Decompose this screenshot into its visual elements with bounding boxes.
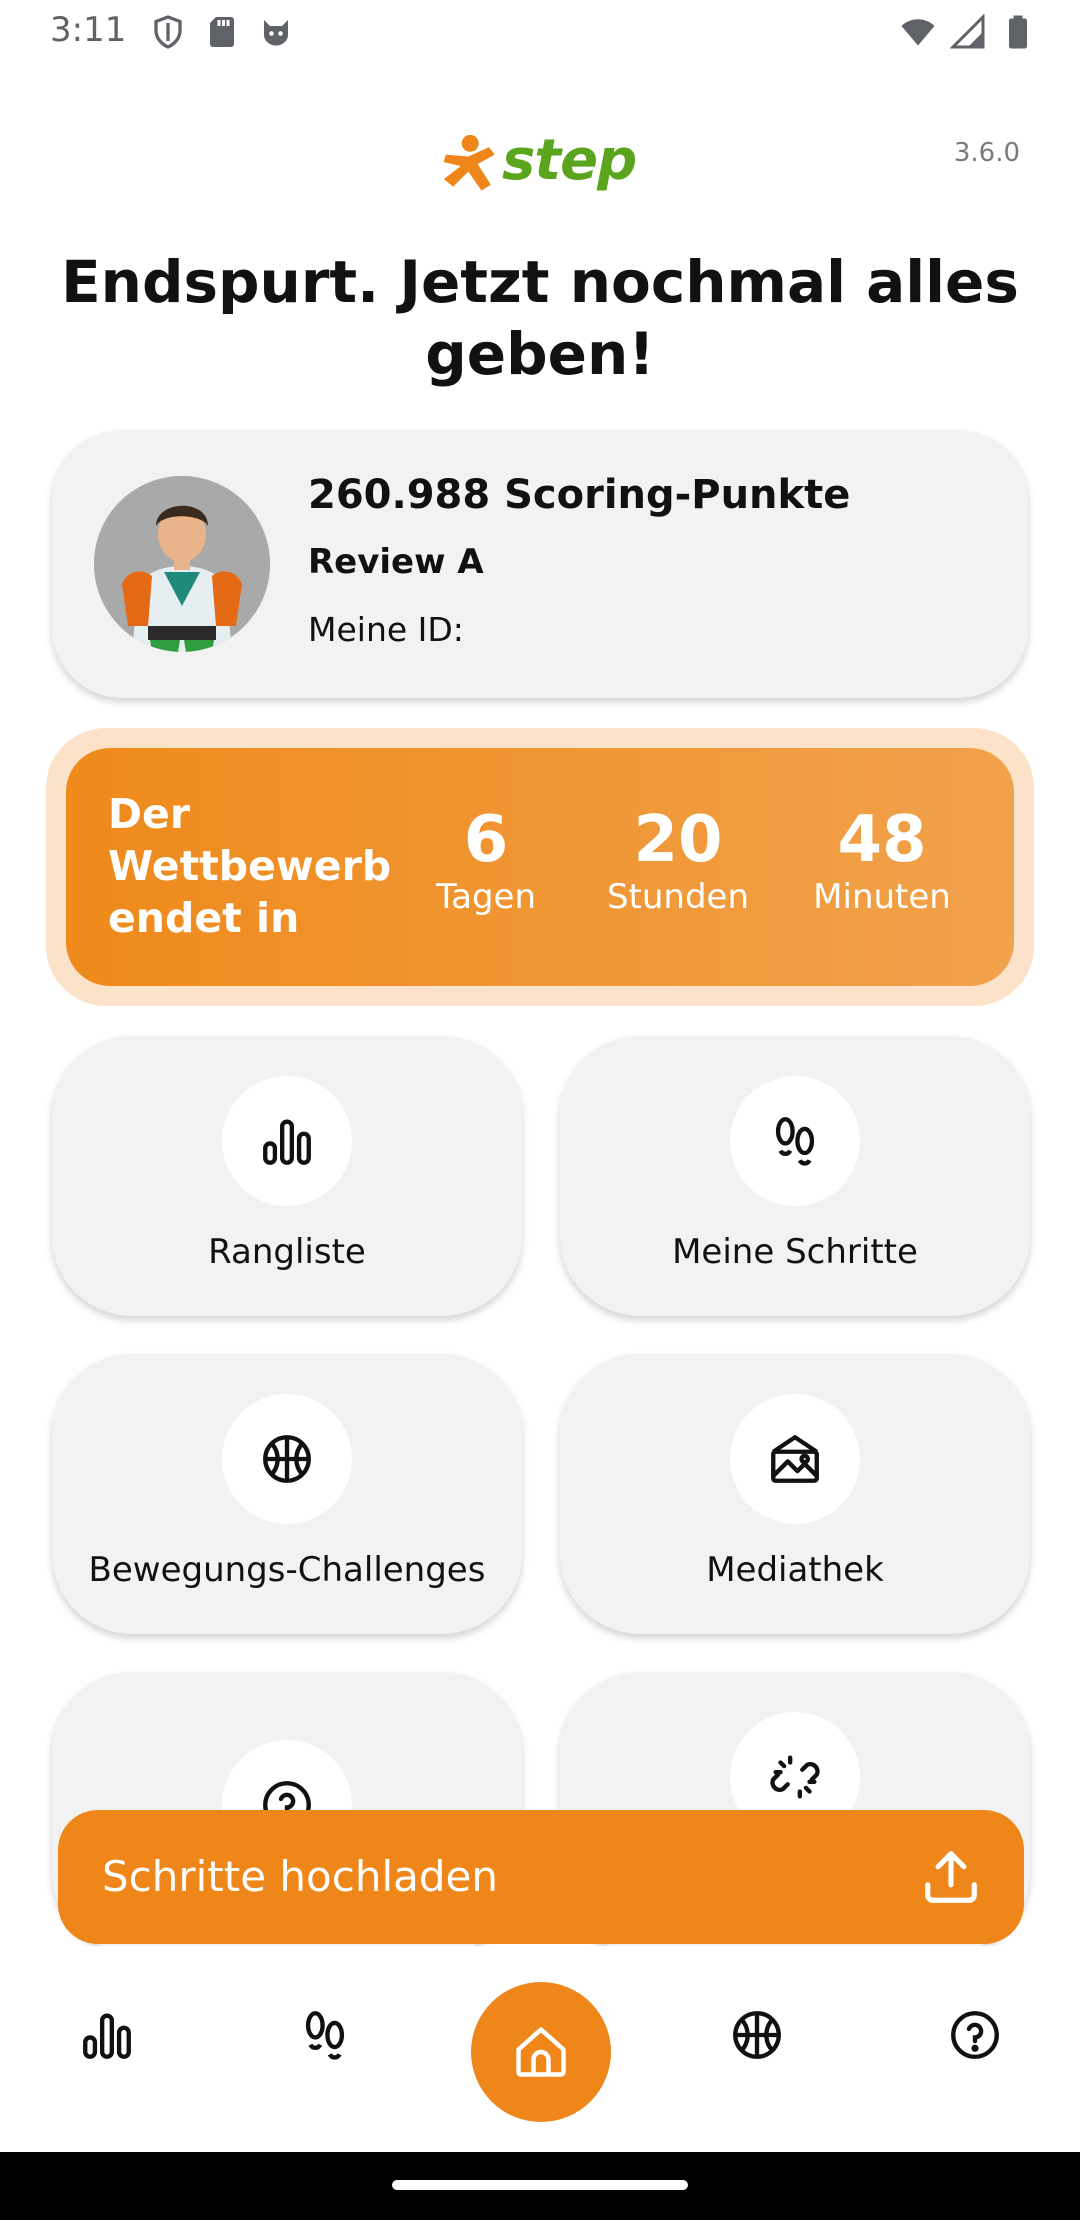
system-navigation-bar (0, 2152, 1080, 2220)
countdown-days-value: 6 (463, 803, 509, 877)
upload-steps-label: Schritte hochladen (102, 1852, 498, 1901)
cat-face-icon (264, 20, 288, 46)
page-headline: Endspurt. Jetzt nochmal alles geben! (61, 248, 1019, 388)
countdown-label: Der Wettbewerb endet in (108, 790, 392, 942)
avatar (94, 476, 270, 652)
nav-help[interactable] (940, 2000, 1010, 2070)
tile-icon-circle (222, 1394, 352, 1524)
tile-label: Meine Schritte (672, 1232, 918, 1272)
countdown-hours-value: 20 (633, 803, 723, 877)
tile-mediathek[interactable]: Mediathek (560, 1354, 1030, 1634)
countdown-minutes: 48 Minuten (792, 804, 972, 918)
logo-figure-icon (443, 134, 495, 191)
user-name: Review A (308, 542, 484, 582)
home-gesture-handle[interactable] (392, 2180, 688, 2190)
status-bar: 3:11 (0, 0, 1080, 64)
sd-card-icon (210, 17, 234, 47)
tile-icon-circle (222, 1076, 352, 1206)
upload-steps-button[interactable]: Schritte hochladen (58, 1810, 1024, 1944)
tile-label: Rangliste (208, 1232, 366, 1272)
status-icons-left (150, 14, 294, 50)
tile-label: Bewegungs-Challenges (88, 1550, 486, 1590)
status-icons-right (900, 14, 1036, 50)
basketball-icon (263, 1435, 311, 1483)
countdown-minutes-value: 48 (837, 803, 927, 877)
countdown-hours: 20 Stunden (588, 804, 768, 918)
countdown-inner: Der Wettbewerb endet in 6 Tagen 20 Stund… (66, 748, 1014, 986)
signal-icon (950, 14, 985, 49)
upload-icon (925, 1851, 977, 1903)
footprints-icon (305, 2011, 345, 2060)
home-icon (516, 2027, 566, 2077)
status-time: 3:11 (50, 10, 127, 50)
tile-bewegungs-challenges[interactable]: Bewegungs-Challenges (52, 1354, 522, 1634)
broken-link-icon (770, 1755, 820, 1799)
battery-icon (1009, 15, 1027, 49)
scoring-points: 260.988 Scoring-Punkte (308, 472, 851, 518)
tile-label: Mediathek (706, 1550, 884, 1590)
bottom-navigation (0, 1946, 1080, 2152)
leaderboard-icon (83, 2013, 131, 2059)
nav-steps[interactable] (290, 2000, 360, 2070)
countdown-days: 6 Tagen (426, 804, 546, 918)
profile-card[interactable]: 260.988 Scoring-Punkte Review A Meine ID… (52, 430, 1028, 698)
countdown-banner: Der Wettbewerb endet in 6 Tagen 20 Stund… (46, 728, 1034, 1006)
nav-home[interactable] (471, 1982, 611, 2122)
tile-icon-circle (730, 1394, 860, 1524)
user-id-label: Meine ID: (308, 610, 464, 649)
logo-text: step (502, 128, 637, 193)
media-library-icon (771, 1435, 819, 1483)
help-icon (951, 2011, 999, 2059)
app-version: 3.6.0 (953, 138, 1020, 168)
tile-rangliste[interactable]: Rangliste (52, 1036, 522, 1316)
footprints-icon (775, 1117, 815, 1166)
countdown-minutes-label: Minuten (813, 877, 951, 917)
nav-challenges[interactable] (722, 2000, 792, 2070)
wifi-icon (901, 19, 935, 46)
basketball-icon (733, 2011, 781, 2059)
tile-meine-schritte[interactable]: Meine Schritte (560, 1036, 1030, 1316)
tile-icon-circle (730, 1076, 860, 1206)
countdown-days-label: Tagen (435, 877, 537, 917)
nav-leaderboard[interactable] (72, 2000, 142, 2070)
countdown-hours-label: Stunden (606, 877, 750, 917)
app-logo: step (440, 128, 640, 200)
shield-icon (154, 15, 182, 49)
leaderboard-icon (263, 1119, 311, 1165)
